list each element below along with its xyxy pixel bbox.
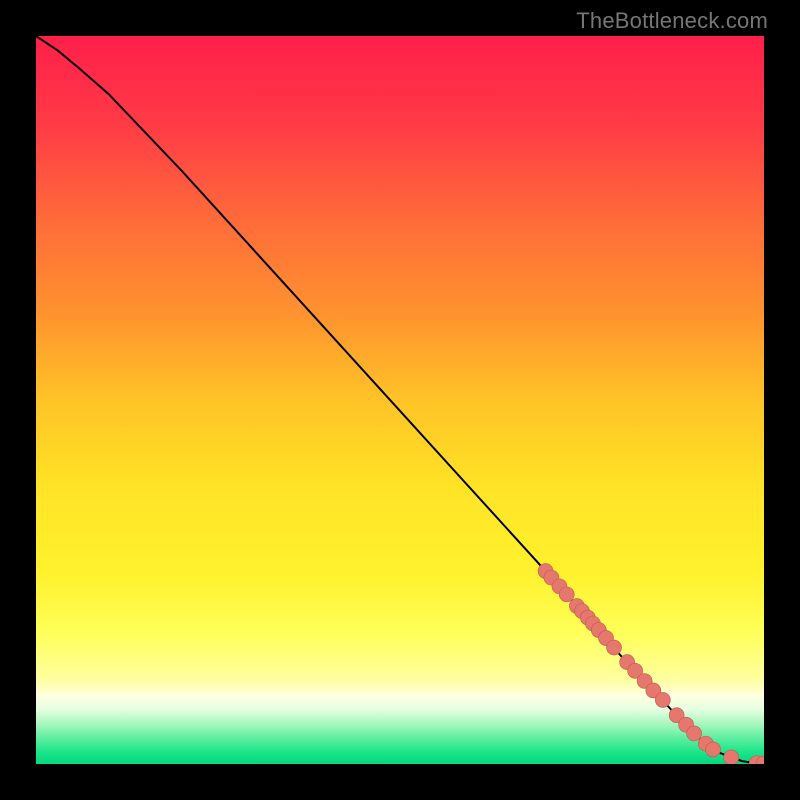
marker-point [607,640,622,655]
marker-point [655,692,670,707]
marker-point [687,726,702,741]
gradient-background [36,36,764,764]
plot-area [36,36,764,764]
marker-point [724,750,739,764]
marker-point [559,587,574,602]
plot-svg [36,36,764,764]
attribution-text: TheBottleneck.com [576,8,768,34]
marker-point [706,742,721,757]
chart-stage: TheBottleneck.com [0,0,800,800]
